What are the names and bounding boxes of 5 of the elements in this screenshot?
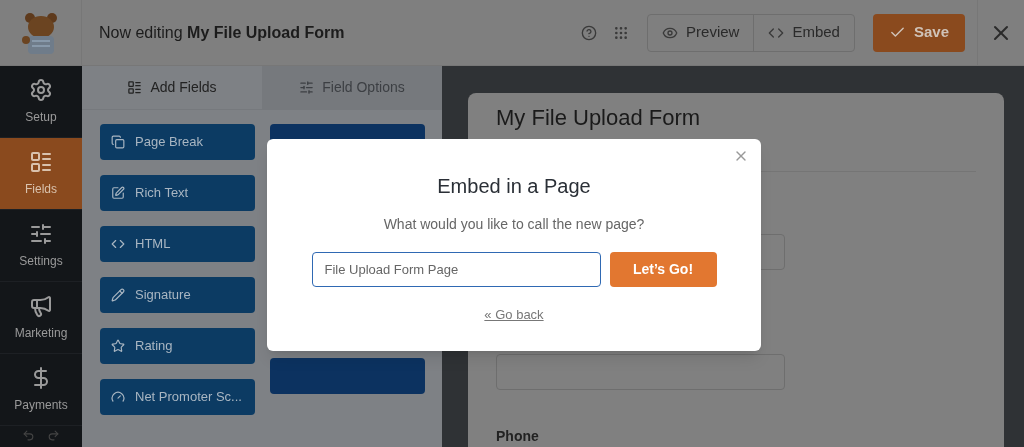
editor-title: Now editing My File Upload Form	[99, 22, 345, 43]
field-label: Phone	[496, 427, 540, 446]
dialog-title: Embed in a Page	[437, 174, 591, 199]
form-title: My File Upload Form	[496, 105, 702, 131]
dialog-question: What would you like to call the new page?	[383, 215, 645, 234]
